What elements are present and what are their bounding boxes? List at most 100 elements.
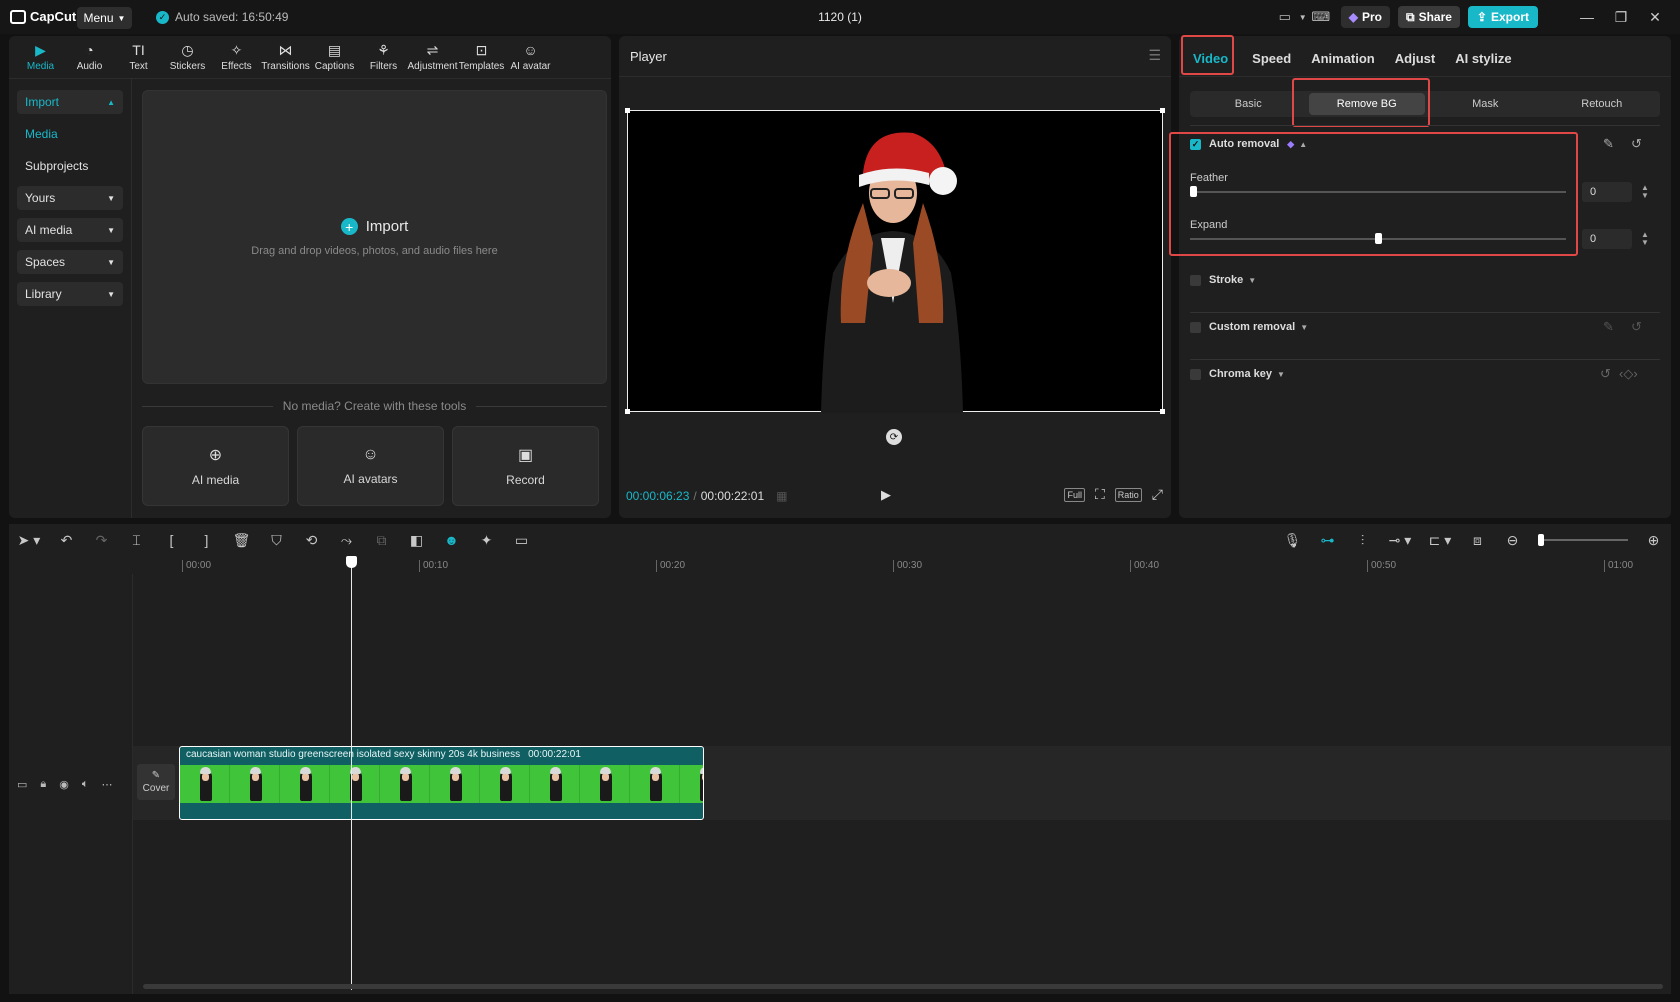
playhead-handle[interactable]: [346, 556, 357, 568]
expand-slider-handle[interactable]: [1375, 233, 1382, 244]
zoom-out-icon[interactable]: ⊖: [1495, 532, 1530, 549]
chevron-down-icon[interactable]: ▼: [1297, 5, 1309, 29]
keyboard-icon[interactable]: ⌨: [1309, 5, 1333, 29]
record-card[interactable]: ▣ Record: [452, 426, 599, 506]
auto-removal-checkbox[interactable]: ✓: [1190, 139, 1201, 150]
reset-icon[interactable]: ↺: [1600, 366, 1611, 382]
tab-animation[interactable]: Animation: [1301, 38, 1385, 78]
resize-handle[interactable]: [1160, 108, 1165, 113]
ai-media-card[interactable]: ⊕ AI media: [142, 426, 289, 506]
import-dropzone[interactable]: + Import Drag and drop videos, photos, a…: [142, 90, 607, 384]
tool-filters[interactable]: ⚘Filters: [359, 36, 408, 78]
resize-handle[interactable]: [625, 409, 630, 414]
timeline-scrollbar[interactable]: [143, 984, 1663, 989]
zoom-slider[interactable]: [1538, 539, 1628, 541]
volume-icon[interactable]: 🔈︎: [82, 778, 89, 791]
restore-icon[interactable]: ❐: [1604, 9, 1638, 26]
subtab-mask[interactable]: Mask: [1427, 91, 1544, 117]
delete-icon[interactable]: 🗑: [224, 532, 259, 549]
mirror-icon[interactable]: ◧: [399, 532, 434, 549]
tool-transitions[interactable]: ⋈Transitions: [261, 36, 310, 78]
tool-templates[interactable]: ⊡Templates: [457, 36, 506, 78]
custom-removal-checkbox[interactable]: [1190, 322, 1201, 333]
time-ruler[interactable]: 00:00 00:10 00:20 00:30 00:40 00:50 01:0…: [179, 558, 1669, 574]
tool-adjustment[interactable]: ⇌Adjustment: [408, 36, 457, 78]
play-button[interactable]: ▶: [881, 487, 891, 503]
chroma-key-checkbox[interactable]: [1190, 369, 1201, 380]
sidebar-item-ai-media[interactable]: AI media▼: [17, 218, 123, 242]
subtab-retouch[interactable]: Retouch: [1544, 91, 1661, 117]
screenshot-icon[interactable]: ⛶: [1095, 486, 1105, 503]
select-tool-icon[interactable]: ➤ ▾: [9, 532, 49, 549]
redo-icon[interactable]: ↷: [84, 532, 119, 549]
sidebar-item-library[interactable]: Library▼: [17, 282, 123, 306]
feather-stepper-icon[interactable]: ▲▼: [1639, 184, 1651, 200]
project-title[interactable]: 1120 (1): [740, 10, 940, 24]
custom-removal-row[interactable]: Custom removal ▼: [1190, 321, 1308, 333]
chevron-down-icon[interactable]: ▼: [1300, 323, 1308, 332]
fullscreen-icon[interactable]: ⤢: [1152, 486, 1163, 503]
rotate-icon[interactable]: ⟳: [886, 429, 902, 445]
crop-icon[interactable]: ⟲: [294, 532, 329, 549]
edit-brush-icon[interactable]: ✎: [1603, 136, 1614, 152]
reset-icon[interactable]: ↺: [1631, 136, 1642, 152]
tab-adjust[interactable]: Adjust: [1385, 38, 1445, 78]
more-icon[interactable]: ⋯: [101, 778, 112, 791]
minimize-icon[interactable]: —: [1570, 9, 1604, 25]
stroke-checkbox[interactable]: [1190, 275, 1201, 286]
zoom-slider-handle[interactable]: [1538, 534, 1544, 546]
playhead-line[interactable]: [351, 558, 352, 990]
ai-avatars-card[interactable]: ☺ AI avatars: [297, 426, 444, 506]
feather-slider-track[interactable]: [1190, 191, 1566, 193]
microphone-icon[interactable]: 🎙: [1275, 532, 1310, 549]
expand-value-input[interactable]: 0: [1582, 229, 1632, 249]
tool-media[interactable]: ▶Media: [16, 36, 65, 78]
sidebar-item-subprojects[interactable]: Subprojects: [17, 154, 123, 178]
auto-removal-row[interactable]: ✓ Auto removal ◆ ▲: [1190, 138, 1307, 150]
remove-bg-icon[interactable]: ☻: [434, 532, 469, 548]
chevron-down-icon[interactable]: ▼: [1277, 370, 1285, 379]
hd-icon[interactable]: ▭: [504, 532, 539, 549]
captions-toggle-icon[interactable]: ⧈: [1460, 532, 1495, 549]
split-icon[interactable]: ⌶: [119, 532, 154, 549]
feather-slider-handle[interactable]: [1190, 186, 1197, 197]
snap-icon[interactable]: ⫶: [1345, 532, 1380, 549]
tab-ai-stylize[interactable]: AI stylize: [1445, 38, 1521, 78]
sidebar-item-import[interactable]: Import▲: [17, 90, 123, 114]
preview-canvas[interactable]: [627, 110, 1163, 412]
ratio-button[interactable]: Ratio: [1115, 488, 1142, 502]
expand-stepper-icon[interactable]: ▲▼: [1639, 231, 1651, 247]
timecode-grid-icon[interactable]: ▦: [776, 489, 787, 503]
undo-icon[interactable]: ↶: [49, 532, 84, 549]
sidebar-item-media[interactable]: Media: [17, 122, 123, 146]
preview-axis-icon[interactable]: ⊏ ▾: [1420, 532, 1460, 549]
keyframe-icon[interactable]: ‹◇›: [1619, 366, 1638, 382]
close-icon[interactable]: ✕: [1638, 9, 1672, 26]
lock-icon[interactable]: 🔒︎: [40, 778, 46, 791]
menu-icon[interactable]: ☰: [1148, 47, 1161, 64]
link-icon[interactable]: ⊸ ▾: [1380, 532, 1420, 549]
export-button[interactable]: ⇪ Export: [1468, 6, 1538, 28]
freeze-icon[interactable]: ⧉: [364, 532, 399, 549]
resize-handle[interactable]: [1160, 409, 1165, 414]
tool-ai-avatar[interactable]: ☺AI avatar: [506, 36, 555, 78]
tool-effects[interactable]: ✧Effects: [212, 36, 261, 78]
magic-wand-icon[interactable]: ✦: [469, 532, 504, 549]
sidebar-item-yours[interactable]: Yours▼: [17, 186, 123, 210]
cover-button[interactable]: ✎ Cover: [137, 764, 175, 800]
edit-brush-icon[interactable]: ✎: [1603, 319, 1614, 335]
split-left-icon[interactable]: [: [154, 532, 189, 548]
subtab-basic[interactable]: Basic: [1190, 91, 1307, 117]
chevron-up-icon[interactable]: ▲: [1299, 140, 1307, 149]
tool-captions[interactable]: ▤Captions: [310, 36, 359, 78]
track-thumbnail-icon[interactable]: ▭: [17, 778, 27, 791]
tool-stickers[interactable]: ◷Stickers: [163, 36, 212, 78]
video-clip[interactable]: caucasian woman studio greenscreen isola…: [179, 746, 704, 820]
tool-audio[interactable]: ◔Audio: [65, 36, 114, 78]
tab-speed[interactable]: Speed: [1242, 38, 1301, 78]
eye-icon[interactable]: ◉: [59, 778, 69, 791]
full-button[interactable]: Full: [1064, 488, 1085, 502]
reset-icon[interactable]: ↺: [1631, 319, 1642, 335]
chroma-key-row[interactable]: Chroma key ▼: [1190, 368, 1285, 380]
main-track-link-icon[interactable]: ⊶: [1310, 532, 1345, 549]
